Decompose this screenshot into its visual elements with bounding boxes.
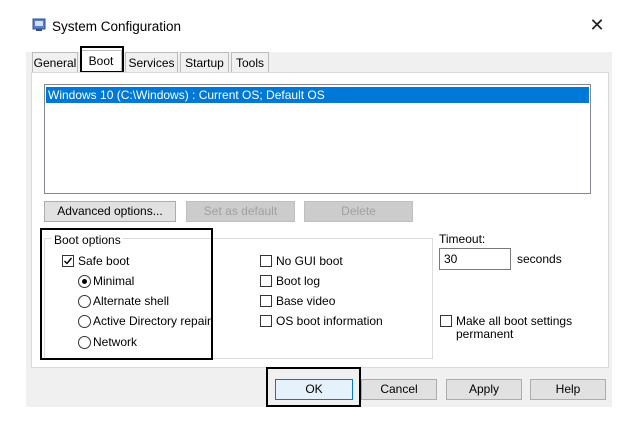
make-permanent-label-line2: permanent [456, 327, 514, 341]
advanced-options-button[interactable]: Advanced options... [44, 201, 176, 222]
timeout-input[interactable]: 30 [439, 248, 511, 270]
delete-button[interactable]: Delete [304, 201, 413, 222]
cancel-button[interactable]: Cancel [361, 379, 437, 400]
radio-alternate-shell-label: Alternate shell [93, 294, 170, 308]
tab-general[interactable]: General [32, 52, 78, 72]
boot-log-label: Boot log [276, 274, 321, 288]
make-permanent-checkbox[interactable] [440, 315, 452, 327]
apply-button[interactable]: Apply [446, 379, 522, 400]
radio-minimal[interactable] [78, 275, 91, 288]
set-as-default-button[interactable]: Set as default [186, 201, 295, 222]
boot-log-checkbox[interactable] [260, 275, 272, 287]
base-video-label: Base video [276, 294, 336, 308]
radio-alternate-shell[interactable] [78, 295, 91, 308]
radio-network[interactable] [78, 336, 91, 349]
radio-selected-dot [82, 279, 87, 284]
os-list-item-selected[interactable]: Windows 10 (C:\Windows) : Current OS; De… [46, 87, 589, 103]
check-icon [64, 257, 73, 265]
os-boot-information-label: OS boot information [276, 314, 383, 328]
boot-tab-highlight [80, 46, 124, 73]
ok-button-highlight [266, 367, 361, 407]
radio-active-directory-repair-label: Active Directory repair [93, 314, 212, 328]
tab-tools[interactable]: Tools [231, 52, 269, 72]
no-gui-boot-checkbox[interactable] [260, 255, 272, 267]
close-icon[interactable]: ✕ [586, 14, 608, 36]
timeout-label: Timeout: [439, 232, 486, 246]
tab-services[interactable]: Services [125, 52, 178, 72]
radio-network-label: Network [93, 335, 138, 349]
tab-startup[interactable]: Startup [180, 52, 229, 72]
safe-boot-checkbox[interactable] [62, 255, 74, 267]
timeout-unit-label: seconds [517, 252, 562, 266]
make-permanent-label-line1: Make all boot settings [456, 314, 573, 328]
radio-minimal-label: Minimal [93, 274, 135, 288]
safe-boot-label: Safe boot [78, 254, 130, 268]
os-boot-information-checkbox[interactable] [260, 315, 272, 327]
system-config-icon [32, 18, 46, 31]
no-gui-boot-label: No GUI boot [276, 254, 343, 268]
help-button[interactable]: Help [530, 379, 606, 400]
base-video-checkbox[interactable] [260, 295, 272, 307]
radio-active-directory-repair[interactable] [78, 315, 91, 328]
window-title: System Configuration [52, 19, 182, 34]
